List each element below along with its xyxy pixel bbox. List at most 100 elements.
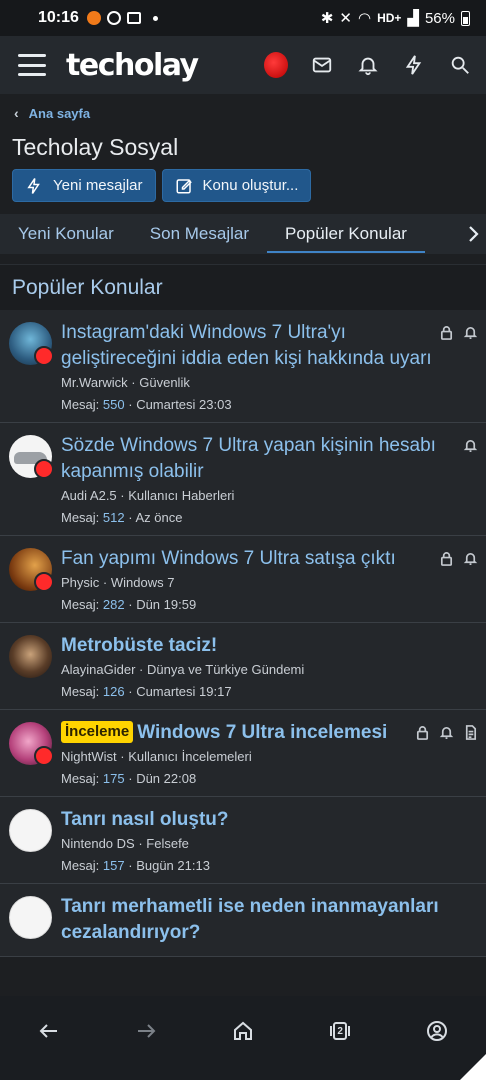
search-icon[interactable]	[448, 53, 472, 77]
new-thread-label: Konu oluştur...	[202, 177, 299, 194]
stats-label: Mesaj:	[61, 510, 100, 525]
lock-icon	[440, 552, 453, 566]
thread-prefix-badge[interactable]: İnceleme	[61, 721, 134, 743]
reply-count: 157	[102, 858, 125, 873]
thread-author[interactable]: Audi A2.5	[61, 488, 117, 503]
thread-forum[interactable]: Dünya ve Türkiye Gündemi	[147, 662, 304, 677]
avatar	[264, 52, 288, 78]
avatar[interactable]	[9, 809, 52, 852]
thread-author[interactable]: Mr.Warwick	[61, 375, 128, 390]
avatar[interactable]	[9, 635, 52, 678]
thread-forum[interactable]: Windows 7	[111, 575, 175, 590]
arrow-left-icon	[39, 1024, 57, 1038]
bolt-icon[interactable]	[402, 53, 426, 77]
network-type: HD+	[377, 11, 402, 25]
thread-title[interactable]: İnceleme Windows 7 Ultra incelemesi	[61, 720, 452, 746]
thread-item[interactable]: Sözde Windows 7 Ultra yapan kişinin hesa…	[0, 423, 486, 536]
status-badge	[34, 346, 54, 366]
lock-icon	[440, 326, 453, 340]
bell-icon[interactable]	[356, 53, 380, 77]
thread-title[interactable]: Sözde Windows 7 Ultra yapan kişinin hesa…	[61, 433, 452, 485]
status-bar: 10:16 ✱ ✕ ◠ HD+ ▟ 56%	[0, 0, 486, 36]
thread-forum[interactable]: Güvenlik	[139, 375, 190, 390]
thread-stats: Mesaj: 126 · Cumartesi 19:17	[61, 684, 232, 699]
thread-meta: NightWist · Kullanıcı İncelemeleri	[61, 749, 252, 764]
stats-label: Mesaj:	[61, 858, 100, 873]
thread-meta: Mr.Warwick · Güvenlik	[61, 375, 190, 390]
thread-title[interactable]: Fan yapımı Windows 7 Ultra satışa çıktı	[61, 546, 452, 572]
thread-title-text[interactable]: Windows 7 Ultra incelemesi	[137, 722, 387, 743]
reply-count: 175	[102, 771, 125, 786]
lock-icon	[416, 726, 429, 740]
mute-icon: ✕	[339, 10, 352, 27]
stats-label: Mesaj:	[61, 684, 100, 699]
arrow-right-icon	[137, 1024, 156, 1038]
battery-level: 56%	[424, 9, 455, 27]
back-button[interactable]	[34, 1016, 64, 1046]
whatsapp-icon	[106, 11, 121, 25]
new-thread-button[interactable]: Konu oluştur...	[161, 169, 312, 202]
reply-count: 126	[102, 684, 125, 699]
browser-bottom-nav: 2	[0, 996, 486, 1080]
user-avatar-button[interactable]	[264, 52, 288, 78]
thread-title[interactable]: Instagram'daki Windows 7 Ultra'yı gelişt…	[61, 320, 452, 372]
thread-title[interactable]: Metrobüste taciz!	[61, 633, 452, 659]
tabs-scroll-right-button[interactable]	[452, 214, 486, 254]
thread-meta: Nintendo DS · Felsefe	[61, 836, 189, 851]
status-badge	[34, 572, 54, 592]
bell-icon	[463, 439, 478, 452]
stats-label: Mesaj:	[61, 597, 100, 612]
breadcrumb-link[interactable]: Ana sayfa	[29, 106, 90, 121]
account-button[interactable]	[422, 1016, 452, 1046]
thread-title[interactable]: Tanrı merhametli ise neden inanmayanları…	[61, 894, 452, 946]
wifi-icon: ◠	[357, 10, 372, 27]
breadcrumb[interactable]: ‹ Ana sayfa	[14, 105, 90, 121]
bluetooth-icon: ✱	[320, 10, 334, 27]
tab-bar: Yeni Konular Son Mesajlar Popüler Konula…	[0, 214, 486, 254]
thread-author[interactable]: NightWist	[61, 749, 117, 764]
last-post-time[interactable]: Bugün 21:13	[136, 858, 210, 873]
tab-new-threads[interactable]: Yeni Konular	[0, 214, 132, 254]
thread-forum[interactable]: Kullanıcı İncelemeleri	[128, 749, 252, 764]
bell-icon	[463, 552, 478, 565]
bell-icon	[463, 326, 478, 339]
reply-count: 512	[102, 510, 125, 525]
thread-item[interactable]: Tanrı merhametli ise neden inanmayanları…	[0, 884, 486, 957]
thread-author[interactable]: Physic	[61, 575, 99, 590]
home-icon	[233, 1021, 252, 1040]
thread-forum[interactable]: Kullanıcı Haberleri	[128, 488, 234, 503]
thread-item[interactable]: Fan yapımı Windows 7 Ultra satışa çıktı …	[0, 536, 486, 623]
thread-author[interactable]: Nintendo DS	[61, 836, 135, 851]
thread-item[interactable]: Tanrı nasıl oluştu? Nintendo DS · Felsef…	[0, 797, 486, 884]
thread-title[interactable]: Tanrı nasıl oluştu?	[61, 807, 452, 833]
last-post-time[interactable]: Dün 22:08	[136, 771, 196, 786]
section-title: Popüler Konular	[0, 264, 486, 310]
tab-popular-threads[interactable]: Popüler Konular	[267, 214, 425, 254]
home-button[interactable]	[228, 1016, 258, 1046]
thread-list: Instagram'daki Windows 7 Ultra'yı gelişt…	[0, 310, 486, 957]
forward-button[interactable]	[131, 1016, 161, 1046]
envelope-icon[interactable]	[310, 53, 334, 77]
status-badge	[34, 459, 54, 479]
stats-label: Mesaj:	[61, 771, 100, 786]
tabs-button[interactable]: 2	[325, 1016, 355, 1046]
thread-item[interactable]: İnceleme Windows 7 Ultra incelemesi Night…	[0, 710, 486, 797]
thread-item[interactable]: Instagram'daki Windows 7 Ultra'yı gelişt…	[0, 310, 486, 423]
thread-item[interactable]: Metrobüste taciz! AlayinaGider · Dünya v…	[0, 623, 486, 710]
thread-meta: Audi A2.5 · Kullanıcı Haberleri	[61, 488, 235, 503]
document-icon	[465, 725, 477, 740]
bell-icon	[439, 726, 454, 739]
avatar[interactable]	[9, 896, 52, 939]
last-post-time[interactable]: Cumartesi 23:03	[136, 397, 231, 412]
thread-meta: Physic · Windows 7	[61, 575, 175, 590]
new-messages-button[interactable]: Yeni mesajlar	[12, 169, 156, 202]
thread-forum[interactable]: Felsefe	[146, 836, 189, 851]
thread-meta: AlayinaGider · Dünya ve Türkiye Gündemi	[61, 662, 305, 677]
menu-icon[interactable]	[18, 54, 46, 76]
thread-author[interactable]: AlayinaGider	[61, 662, 135, 677]
tab-latest-posts[interactable]: Son Mesajlar	[132, 214, 267, 254]
site-logo[interactable]: techolay	[66, 48, 199, 83]
last-post-time[interactable]: Az önce	[135, 510, 182, 525]
last-post-time[interactable]: Dün 19:59	[136, 597, 196, 612]
last-post-time[interactable]: Cumartesi 19:17	[136, 684, 231, 699]
